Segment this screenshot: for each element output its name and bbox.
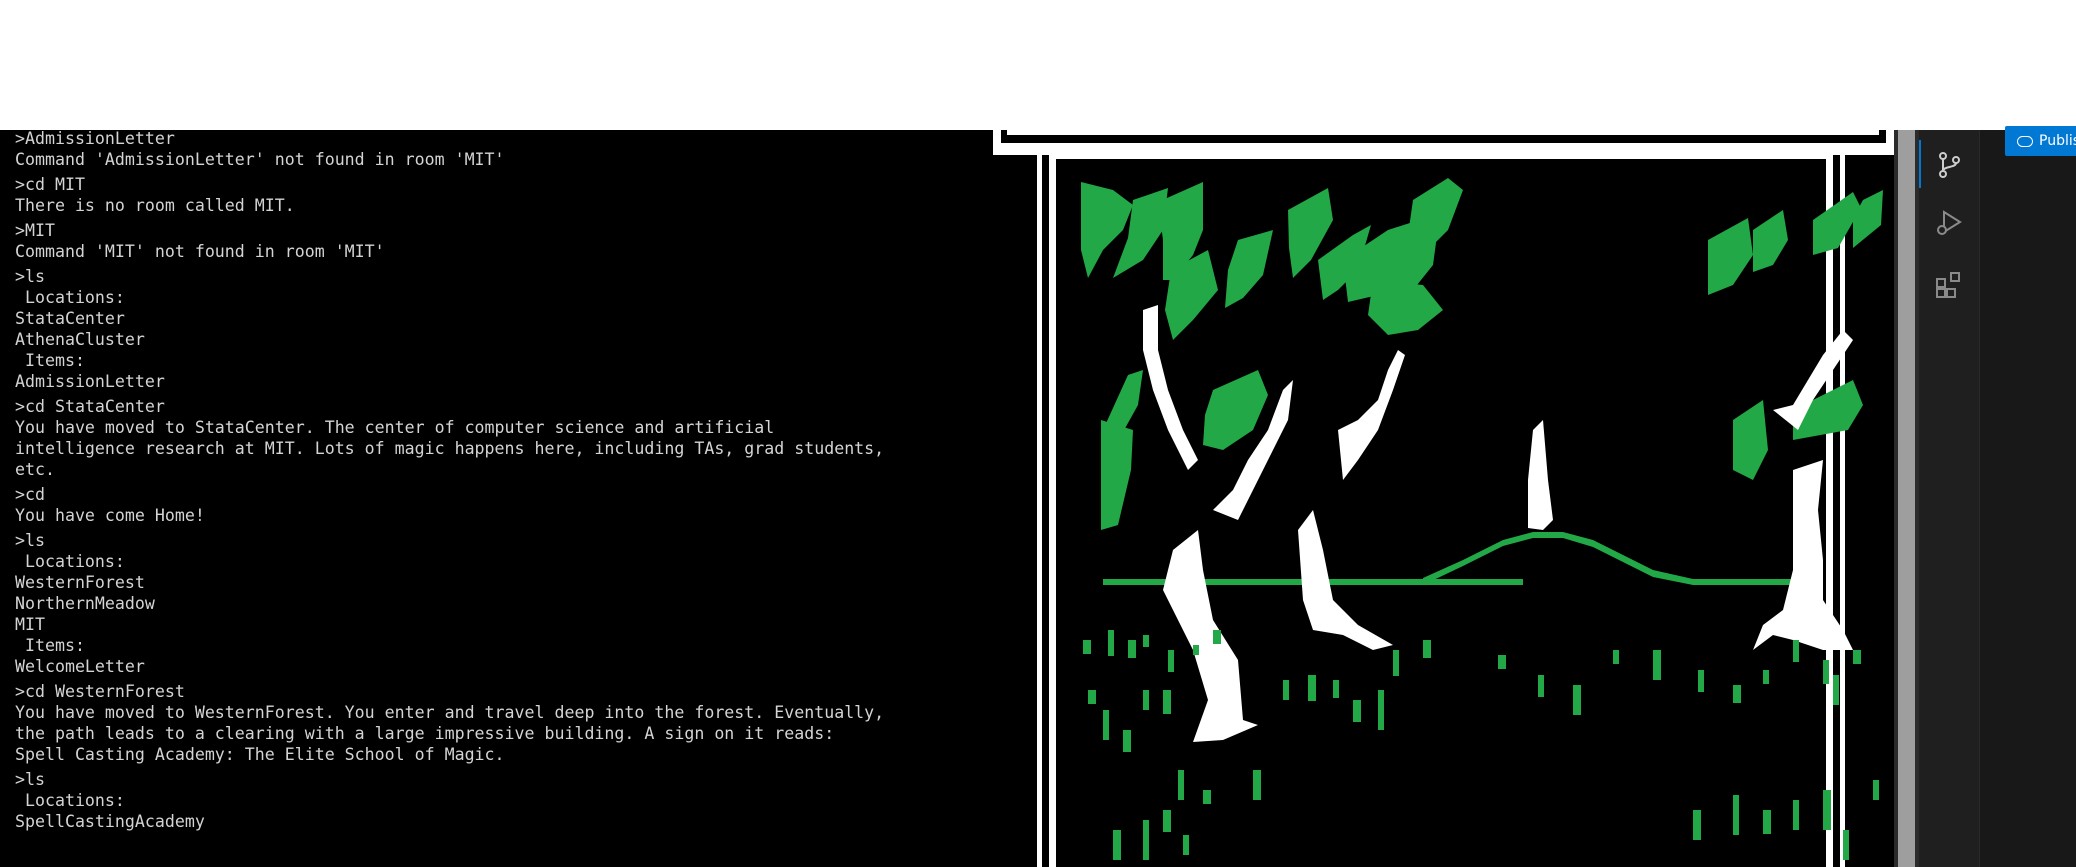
grass-blade bbox=[1378, 690, 1384, 730]
terminal-command-line: >ls bbox=[15, 531, 45, 550]
terminal-command-line: >cd StataCenter bbox=[15, 397, 165, 416]
grass-blade bbox=[1178, 770, 1184, 800]
extensions-icon[interactable] bbox=[1934, 270, 1964, 300]
grass-blade bbox=[1143, 690, 1149, 710]
grass-blade bbox=[1193, 645, 1199, 655]
grass-blade bbox=[1793, 800, 1799, 830]
grass-blade bbox=[1733, 795, 1739, 835]
grass-blade bbox=[1843, 830, 1849, 860]
terminal-output-line: SpellCastingAcademy bbox=[15, 812, 205, 831]
grass-blade bbox=[1763, 670, 1769, 684]
grass-blade bbox=[1733, 685, 1741, 703]
grass-blade bbox=[1183, 835, 1189, 855]
terminal-output-line: etc. bbox=[15, 460, 55, 479]
terminal-output[interactable]: >AdmissionLetter Command 'AdmissionLetter… bbox=[0, 130, 993, 867]
grass-blade bbox=[1793, 640, 1799, 662]
grass-blade bbox=[1103, 710, 1109, 740]
terminal-output-line: AdmissionLetter bbox=[15, 372, 165, 391]
grass-blade bbox=[1693, 810, 1701, 840]
grass-blade bbox=[1203, 790, 1211, 804]
source-control-icon[interactable] bbox=[1934, 150, 1964, 180]
grass-blade bbox=[1083, 640, 1091, 654]
terminal-output-line: the path leads to a clearing with a larg… bbox=[15, 724, 835, 743]
terminal-output-line: intelligence research at MIT. Lots of ma… bbox=[15, 439, 885, 458]
terminal-output-line: NorthernMeadow bbox=[15, 594, 155, 613]
frame-left-outer bbox=[1037, 155, 1042, 867]
grass-blade bbox=[1823, 790, 1831, 830]
grass-blade bbox=[1113, 830, 1121, 860]
grass-blade bbox=[1108, 630, 1114, 656]
terminal-lines: >AdmissionLetter Command 'AdmissionLetter… bbox=[15, 130, 975, 832]
grass-blade bbox=[1853, 650, 1861, 664]
terminal-output-line: Items: bbox=[15, 351, 85, 370]
grass-blade bbox=[1253, 770, 1261, 800]
terminal-output-line: You have moved to StataCenter. The cente… bbox=[15, 418, 775, 437]
terminal-command-line: >AdmissionLetter bbox=[15, 130, 175, 148]
terminal-output-line: Command 'AdmissionLetter' not found in r… bbox=[15, 150, 505, 169]
frame-right-outer bbox=[1840, 155, 1845, 867]
publish-button[interactable]: Publish bbox=[2005, 126, 2076, 156]
grass-blade bbox=[1088, 690, 1096, 704]
terminal-command-line: >cd MIT bbox=[15, 175, 85, 194]
terminal-output-line: You have come Home! bbox=[15, 506, 205, 525]
grass-blade bbox=[1163, 690, 1171, 714]
terminal-output-line: Command 'MIT' not found in room 'MIT' bbox=[15, 242, 385, 261]
grass-blade bbox=[1423, 640, 1431, 658]
run-debug-icon[interactable] bbox=[1934, 208, 1964, 238]
grass-blade bbox=[1163, 810, 1171, 832]
forest-pixel-art bbox=[993, 130, 1894, 867]
pixel-art-forest-panel bbox=[993, 130, 1894, 867]
secondary-side-panel: Publish bbox=[1980, 126, 2076, 867]
terminal-output-line: Items: bbox=[15, 636, 85, 655]
terminal-command-line: >ls bbox=[15, 770, 45, 789]
grass-blade bbox=[1168, 650, 1174, 672]
terminal-command-line: >ls bbox=[15, 267, 45, 286]
grass-blade bbox=[1143, 635, 1149, 647]
publish-label: Publish bbox=[2039, 133, 2076, 149]
grass-blade bbox=[1213, 630, 1221, 644]
grass-blade bbox=[1573, 685, 1581, 715]
top-blank-area bbox=[0, 0, 2076, 130]
terminal-output-line: WesternForest bbox=[15, 573, 145, 592]
terminal-command-line: >MIT bbox=[15, 221, 55, 240]
terminal-output-line: StataCenter bbox=[15, 309, 125, 328]
terminal-output-line: Locations: bbox=[15, 552, 125, 571]
grass-blade bbox=[1538, 675, 1544, 697]
terminal-output-line: AthenaCluster bbox=[15, 330, 145, 349]
terminal-output-line: There is no room called MIT. bbox=[15, 196, 295, 215]
terminal-output-line: Spell Casting Academy: The Elite School … bbox=[15, 745, 505, 764]
grass-blade bbox=[1698, 670, 1704, 692]
terminal-output-line: MIT bbox=[15, 615, 45, 634]
frame-right-inner bbox=[1826, 155, 1833, 867]
grass-blade bbox=[1873, 780, 1879, 800]
terminal-output-line: You have moved to WesternForest. You ent… bbox=[15, 703, 885, 722]
grass-blade bbox=[1128, 640, 1136, 658]
vertical-scrollbar-thumb[interactable] bbox=[1898, 130, 1915, 867]
active-indicator bbox=[1919, 140, 1921, 188]
terminal-output-line: Locations: bbox=[15, 288, 125, 307]
grass-blade bbox=[1308, 675, 1316, 701]
grass-blade bbox=[1283, 680, 1289, 700]
frame-left-inner bbox=[1049, 155, 1056, 867]
terminal-command-line: >cd bbox=[15, 485, 45, 504]
grass-blade bbox=[1333, 680, 1339, 698]
activity-bar bbox=[1919, 130, 1980, 867]
grass-blade bbox=[1823, 660, 1829, 684]
terminal-output-line: Locations: bbox=[15, 791, 125, 810]
grass-blade bbox=[1393, 650, 1399, 676]
grass-blade bbox=[1498, 655, 1506, 669]
grass-blade bbox=[1653, 650, 1661, 680]
grass-blade bbox=[1143, 820, 1149, 860]
grass-blade bbox=[1123, 730, 1131, 752]
cloud-icon bbox=[2017, 135, 2033, 147]
terminal-command-line: >cd WesternForest bbox=[15, 682, 185, 701]
grass-blade bbox=[1613, 650, 1619, 664]
terminal-output-line: WelcomeLetter bbox=[15, 657, 145, 676]
grass-blade bbox=[1353, 700, 1361, 722]
grass-blade bbox=[1763, 810, 1771, 834]
grass-blade bbox=[1833, 675, 1839, 705]
